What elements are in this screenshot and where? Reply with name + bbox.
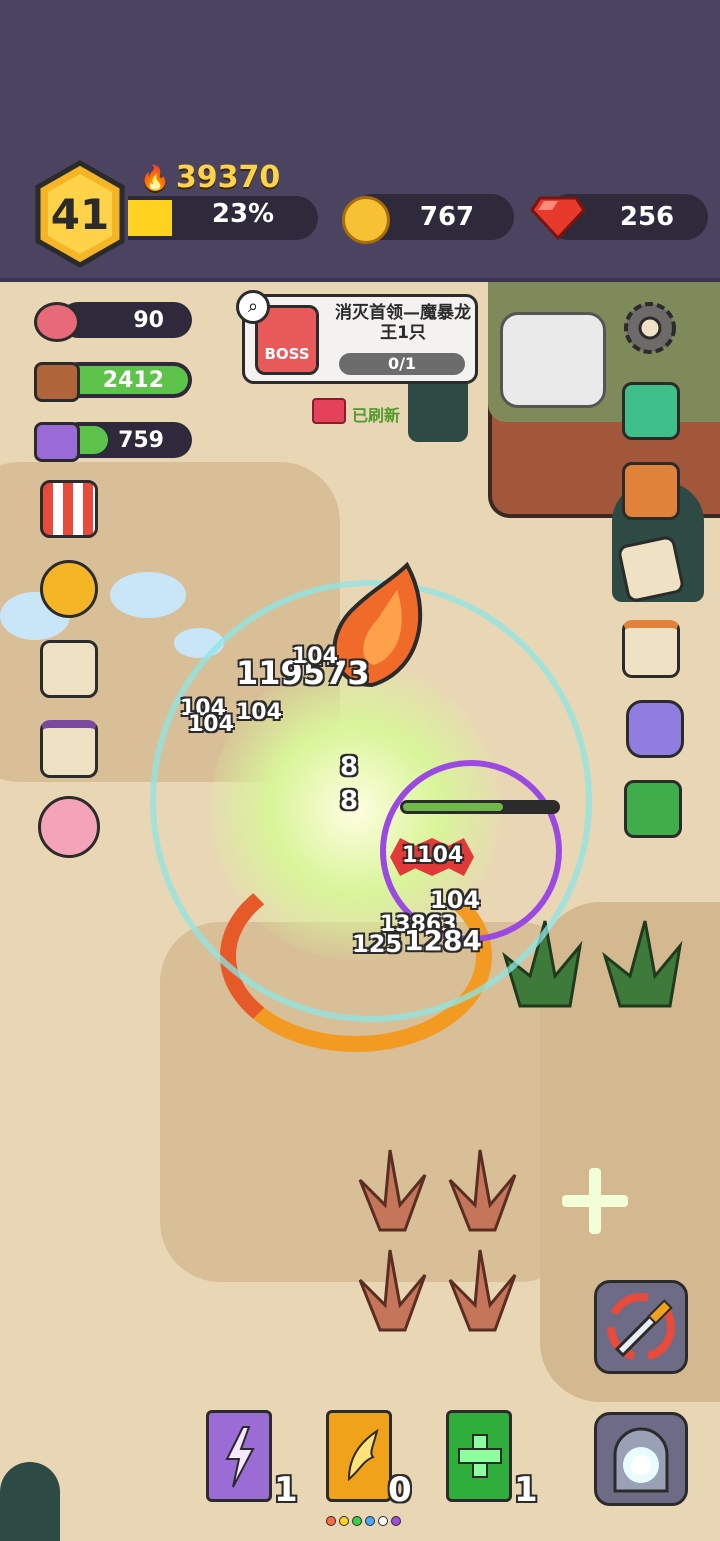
wood-value: 2412 xyxy=(102,367,164,393)
search-icon[interactable]: ⌕ xyxy=(236,290,270,324)
gold-coin-icon xyxy=(342,196,390,244)
wing-book-count: 0 xyxy=(388,1470,412,1510)
treasure-map-button[interactable] xyxy=(616,534,686,604)
boulder-pile xyxy=(500,312,606,408)
portal-icon xyxy=(613,1427,669,1493)
green-book-button[interactable] xyxy=(624,780,682,838)
damage-number: 8 xyxy=(340,786,359,816)
boss-quest-card[interactable]: BOSS 消灭首领—魔暴龙王1只 0/1 xyxy=(242,294,478,384)
gem-value: 256 xyxy=(619,202,675,232)
damage-number: 104 xyxy=(292,644,338,669)
xp-bar-fill xyxy=(128,200,172,236)
flame-icon: 🔥 xyxy=(140,163,170,192)
red-gem-icon xyxy=(530,196,586,240)
gem-slot-dots xyxy=(326,1516,401,1526)
heal-skill-book[interactable] xyxy=(446,1410,512,1502)
ranking-badge-button[interactable] xyxy=(40,560,98,618)
wood-logs-icon xyxy=(34,362,80,402)
shop-button[interactable] xyxy=(40,480,98,538)
auto-battle-sword-button[interactable] xyxy=(594,1280,688,1374)
refresh-status: 已刷新 xyxy=(352,406,401,425)
xp-percent: 23% xyxy=(211,199,275,229)
meat-icon xyxy=(34,302,80,342)
calendar-scroll-button[interactable] xyxy=(40,720,98,778)
backpack-button[interactable] xyxy=(622,462,680,520)
wing-skill-book[interactable] xyxy=(326,1410,392,1502)
gem-dot xyxy=(352,1516,362,1526)
wing-icon xyxy=(347,1428,379,1482)
gem-dot xyxy=(365,1516,375,1526)
bush xyxy=(0,1462,60,1541)
portal-button[interactable] xyxy=(594,1412,688,1506)
gem-dot xyxy=(326,1516,336,1526)
gem-dot xyxy=(378,1516,388,1526)
puddle xyxy=(110,572,186,618)
sword-swap-icon xyxy=(607,1293,675,1361)
damage-number: 125 xyxy=(352,930,403,958)
lightning-skill-book[interactable] xyxy=(206,1410,272,1502)
combat-power-value: 39370 xyxy=(175,160,281,195)
xp-bar: 23% xyxy=(128,196,318,240)
quest-progress: 0/1 xyxy=(339,353,465,375)
pink-pet-button[interactable] xyxy=(38,796,100,858)
meat-value: 90 xyxy=(133,307,164,333)
damage-number: 8 xyxy=(340,752,359,782)
quest-title: 消灭首领—魔暴龙王1只 xyxy=(335,303,471,343)
combat-power: 🔥 39370 xyxy=(140,160,280,195)
scroll-quest-button[interactable] xyxy=(40,640,98,698)
gem-dot xyxy=(339,1516,349,1526)
plant-decoration xyxy=(358,1149,517,1332)
heal-book-count: 1 xyxy=(514,1470,538,1510)
ore-value: 759 xyxy=(118,427,164,453)
purple-ore-icon xyxy=(34,422,80,462)
mail-button[interactable] xyxy=(622,382,680,440)
treasure-chest-icon xyxy=(312,398,346,424)
gold-value: 767 xyxy=(419,202,475,232)
enemy-hp-bar xyxy=(400,800,560,814)
gem-dot xyxy=(391,1516,401,1526)
damage-number: 104 xyxy=(430,886,481,914)
notice-scroll-button[interactable] xyxy=(622,620,680,678)
green-cross-icon xyxy=(458,1434,502,1478)
skull-potion-button[interactable] xyxy=(626,700,684,758)
boss-label: BOSS xyxy=(264,345,310,363)
settings-gear-icon[interactable] xyxy=(620,298,680,358)
player-level[interactable]: 41 xyxy=(34,190,126,239)
lightning-icon xyxy=(225,1426,255,1488)
damage-number: 1284 xyxy=(404,924,482,957)
lightning-book-count: 1 xyxy=(274,1470,298,1510)
damage-number: 104 xyxy=(236,700,282,725)
sparkle-plus-icon xyxy=(562,1168,628,1234)
damage-number: 104 xyxy=(188,712,234,737)
crit-damage-number: 1104 xyxy=(402,843,464,868)
